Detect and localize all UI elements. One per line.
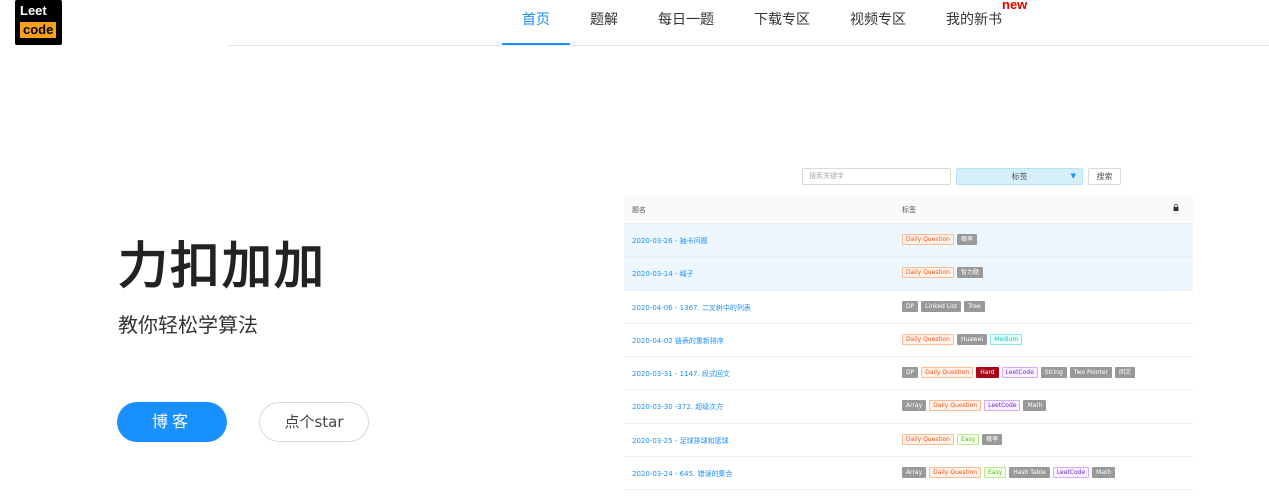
problem-title-link[interactable]: 2020-04-02 链表的重新排序 — [632, 336, 724, 346]
star-button[interactable]: 点个star — [259, 402, 369, 442]
tag-badge[interactable]: Array — [902, 467, 927, 479]
nav-solutions[interactable]: 题解 — [590, 0, 618, 46]
logo-line2: code — [20, 22, 57, 38]
tag-badge[interactable]: Easy — [956, 433, 980, 445]
tag-badge[interactable]: Daily Question — [929, 467, 982, 479]
problem-title-link[interactable]: 2020-04-06 - 1367. 二叉树中的列表 — [632, 303, 751, 313]
nav-my-new-book[interactable]: 我的新书 — [946, 0, 1002, 46]
tag-badge[interactable]: Daily Question — [902, 333, 954, 345]
tag-badge[interactable]: String — [1040, 367, 1067, 379]
tag-badge[interactable]: Linked List — [921, 300, 962, 312]
table-row: 2020-04-06 - 1367. 二叉树中的列表 DP Linked List T… — [624, 291, 1193, 324]
tag-list: Array Daily Question LeetCode Math — [902, 400, 1047, 412]
table-row: 2020-03-14 - 绳子 Daily Question 智力题 — [624, 257, 1193, 291]
tag-list: Daily Question Easy 概率 — [902, 433, 1003, 445]
problem-title-link[interactable]: 2020-03-25 - 足球排球和篮球 — [632, 436, 729, 446]
tag-list: DP Daily Question Hard LeetCode String Two Po… — [902, 367, 1136, 379]
tag-badge[interactable]: Two Pointer — [1069, 367, 1113, 379]
table-row: 2020-03-24 - 645. 错误的集合 Array Daily Questi… — [624, 457, 1193, 491]
tag-badge[interactable]: LeetCode — [1052, 467, 1090, 479]
tag-badge[interactable]: Tree — [964, 300, 985, 312]
column-tags: 标签 — [902, 206, 916, 214]
preview-tag-select[interactable]: 标签 ▼ — [956, 168, 1083, 185]
table-row: 2020-03-26 - 抽卡问题 Daily Question 概率 — [624, 224, 1193, 258]
tag-badge[interactable]: Hash Table — [1009, 467, 1050, 479]
column-title: 题名 — [632, 206, 646, 214]
tag-badge[interactable]: Daily Question — [902, 234, 954, 245]
tag-badge[interactable]: Easy — [984, 467, 1007, 479]
tag-badge[interactable]: DP — [902, 367, 919, 379]
tag-select-label: 标签 — [1011, 172, 1028, 181]
top-navbar: 首页 题解 每日一题 下载专区 视频专区 我的新书 — [228, 0, 1269, 46]
tag-list: Daily Question 概率 — [902, 234, 977, 245]
nav-home[interactable]: 首页 — [522, 0, 550, 46]
nav-active-indicator — [502, 43, 570, 45]
logo-line1: Leet — [20, 3, 47, 18]
table-body: 2020-03-26 - 抽卡问题 Daily Question 概率 2020-03… — [624, 224, 1193, 491]
tag-badge[interactable]: LeetCode — [1001, 367, 1038, 379]
hero-title: 力扣加加 — [118, 237, 326, 295]
lock-icon — [1173, 204, 1179, 211]
hero-subtitle: 教你轻松学算法 — [118, 313, 258, 337]
nav-videos[interactable]: 视频专区 — [850, 0, 906, 46]
tag-badge[interactable]: LeetCode — [984, 400, 1021, 412]
preview-search-button[interactable]: 搜索 — [1088, 168, 1121, 185]
tag-badge[interactable]: 回文 — [1115, 367, 1136, 379]
table-header: 题名 标签 — [624, 195, 1193, 224]
tag-badge[interactable]: Math — [1023, 400, 1047, 412]
tag-badge[interactable]: 智力题 — [956, 267, 983, 279]
tag-badge[interactable]: Math — [1092, 467, 1116, 479]
problem-title-link[interactable]: 2020-03-14 - 绳子 — [632, 269, 694, 279]
new-badge: new — [1002, 0, 1028, 12]
table-row: 2020-03-25 - 足球排球和篮球 Daily Question Easy 概率 — [624, 424, 1193, 458]
tag-badge[interactable]: Daily Question — [902, 433, 954, 445]
tag-badge[interactable]: Array — [902, 400, 927, 412]
tag-list: Daily Question Huawei Medium — [902, 333, 1023, 345]
tag-badge[interactable]: 概率 — [982, 433, 1003, 445]
blog-button[interactable]: 博客 — [117, 402, 227, 442]
nav-downloads[interactable]: 下载专区 — [754, 0, 810, 46]
caret-down-icon: ▼ — [1070, 172, 1076, 180]
problem-title-link[interactable]: 2020-03-26 - 抽卡问题 — [632, 236, 708, 246]
leetcode-logo[interactable]: Leet code — [15, 0, 62, 45]
problem-title-link[interactable]: 2020-03-30 -372. 超级次方 — [632, 402, 723, 412]
tag-badge[interactable]: DP — [902, 300, 919, 312]
problem-table: 题名 标签 2020-03-26 - 抽卡问题 Daily Question 概率 2… — [624, 195, 1193, 491]
tag-badge[interactable]: Daily Question — [929, 400, 982, 412]
tag-badge[interactable]: Daily Question — [902, 267, 954, 279]
tag-list: DP Linked List Tree — [902, 300, 985, 312]
tag-badge[interactable]: Medium — [990, 333, 1023, 345]
tag-badge[interactable]: Hard — [976, 367, 999, 379]
table-row: 2020-03-31 - 1147. 段式回文 DP Daily Question H… — [624, 357, 1193, 391]
tag-list: Daily Question 智力题 — [902, 267, 983, 279]
table-row: 2020-03-30 -372. 超级次方 Array Daily Question… — [624, 390, 1193, 424]
nav-daily-question[interactable]: 每日一题 — [658, 0, 714, 46]
table-row: 2020-04-02 链表的重新排序 Daily Question Huawei Me… — [624, 324, 1193, 358]
tag-badge[interactable]: Huawei — [956, 333, 988, 345]
preview-search-input[interactable]: 搜索关键字 — [802, 168, 951, 185]
problem-title-link[interactable]: 2020-03-31 - 1147. 段式回文 — [632, 369, 730, 379]
tag-badge[interactable]: 概率 — [956, 234, 977, 245]
tag-list: Array Daily Question Easy Hash Table LeetCod… — [902, 467, 1116, 479]
tag-badge[interactable]: Daily Question — [921, 367, 974, 379]
problem-title-link[interactable]: 2020-03-24 - 645. 错误的集合 — [632, 469, 732, 479]
